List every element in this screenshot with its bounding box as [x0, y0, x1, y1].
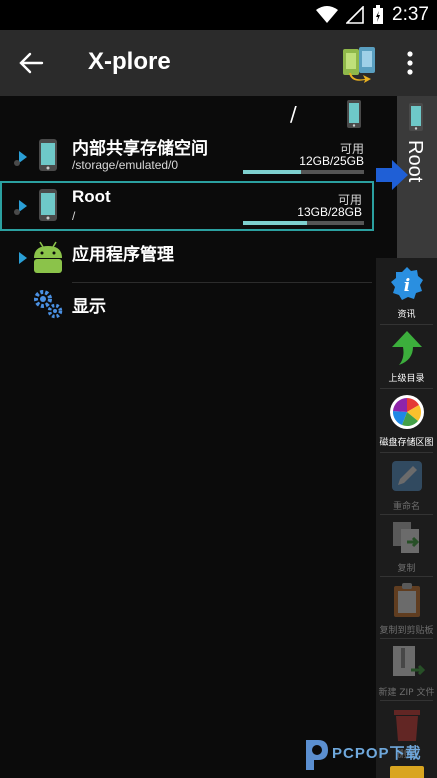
tool-disk-map[interactable]: 磁盘存储区图 [376, 390, 437, 454]
rename-icon [392, 461, 422, 491]
storage-usage-bar [243, 170, 364, 174]
item-title: 应用程序管理 [72, 245, 174, 264]
status-dot [14, 160, 20, 166]
zip-icon [393, 646, 425, 676]
wifi-icon [316, 6, 339, 23]
item-path: /storage/emulated/0 [72, 158, 179, 172]
list-item-app-manager[interactable]: 应用程序管理 [0, 236, 376, 282]
watermark-text: PCPOP下载 [332, 745, 422, 762]
phone-icon [347, 100, 361, 128]
app-title: X-plore [88, 48, 171, 75]
tool-parent-folder[interactable]: 上级目录 [376, 326, 437, 390]
tool-info[interactable]: i 资讯 [376, 262, 437, 326]
storage-size: 12GB/25GB [299, 154, 364, 168]
app-bar: X-plore [0, 30, 437, 96]
copy-icon [393, 522, 420, 553]
pane-arrow-icon [376, 160, 408, 190]
toolbar-divider [380, 452, 433, 453]
item-title: Root [72, 187, 111, 206]
list-divider [72, 282, 372, 283]
more-vert-icon[interactable] [398, 48, 422, 78]
toolbar-divider [380, 700, 433, 701]
phone-icon [409, 103, 423, 131]
toolbar-divider [380, 324, 433, 325]
storage-usage-fill [243, 221, 308, 225]
battery-icon [373, 5, 384, 24]
toolbar-divider [380, 576, 433, 577]
tool-new-zip[interactable]: 新建 ZIP 文件 [376, 640, 437, 704]
expand-arrow-icon[interactable] [18, 251, 28, 265]
tool-label: 上级目录 [388, 374, 425, 384]
clipboard-icon [394, 583, 420, 617]
action-toolbar: i 资讯 上级目录 磁盘存储区图 重命名 复制 复制到剪贴板 新建 ZIP 文件… [376, 258, 437, 778]
phone-icon [39, 189, 57, 221]
tool-rename[interactable]: 重命名 [376, 454, 437, 518]
item-title: 内部共享存储空间 [72, 139, 208, 158]
current-path: / [290, 102, 297, 126]
tool-copy-to-clipboard[interactable]: 复制到剪贴板 [376, 578, 437, 642]
status-bar: 2:37 [0, 0, 437, 30]
pane-switch-icon[interactable] [341, 45, 379, 83]
list-item-internal-storage[interactable]: 内部共享存储空间 /storage/emulated/0 可用 12GB/25G… [0, 132, 376, 182]
tool-label: 复制到剪贴板 [379, 626, 434, 636]
disk-map-icon [390, 395, 424, 429]
status-time: 2:37 [392, 4, 429, 25]
tool-label: 重命名 [392, 502, 420, 512]
toolbar-divider [380, 638, 433, 639]
list-item-root[interactable]: Root / 可用 13GB/28GB [0, 181, 374, 231]
tool-label: 磁盘存储区图 [379, 438, 434, 448]
info-icon: i [391, 267, 423, 300]
svg-text:i: i [404, 276, 410, 296]
back-arrow-icon[interactable] [16, 48, 46, 78]
storage-size: 13GB/28GB [297, 205, 362, 219]
signal-icon [346, 6, 364, 24]
watermark-logo-icon [306, 740, 328, 770]
toolbar-divider [380, 388, 433, 389]
storage-usage-fill [243, 170, 302, 174]
list-item-display[interactable]: 显示 [0, 284, 376, 324]
up-arrow-icon [392, 331, 422, 365]
item-path: / [72, 209, 76, 223]
item-title: 显示 [72, 297, 106, 316]
status-icons: 2:37 [316, 4, 429, 26]
storage-usage-bar [243, 221, 364, 225]
tool-label: 新建 ZIP 文件 [378, 688, 435, 698]
tool-copy[interactable]: 复制 [376, 516, 437, 580]
tool-label: 资讯 [397, 310, 416, 320]
status-dot [14, 209, 20, 215]
tool-label: 复制 [397, 564, 416, 574]
toolbar-divider [380, 514, 433, 515]
android-icon [34, 241, 62, 273]
watermark: PCPOP下载 [302, 736, 437, 778]
gears-icon [34, 290, 63, 319]
phone-icon [39, 139, 57, 171]
